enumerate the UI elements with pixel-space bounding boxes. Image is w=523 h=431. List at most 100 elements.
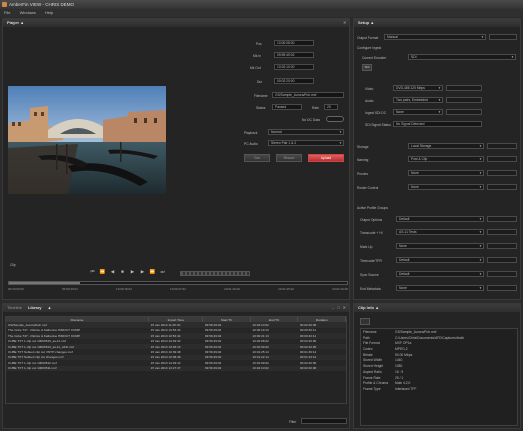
timeline-progress (9, 282, 80, 284)
roster-select[interactable]: None (408, 184, 484, 190)
rate-label: Rate (312, 106, 319, 110)
tab-timeline[interactable]: Timeline (7, 304, 22, 312)
mark-up-extra[interactable] (487, 243, 517, 249)
markout-field[interactable]: 10:02:10:00 (274, 64, 314, 70)
roster-label: Roster Control (357, 186, 379, 190)
pin-icon[interactable]: ▲ (20, 20, 24, 25)
end-metadata-select[interactable]: None (396, 285, 484, 291)
timeline-track[interactable] (8, 281, 348, 285)
play-icon[interactable]: ▶ (128, 269, 137, 277)
tick-label: 00:00:00:00 (8, 287, 24, 291)
tick-label: 09:59:49:02 (62, 287, 78, 291)
timecode-select[interactable]: Default (396, 257, 484, 263)
filename-label: Filename (254, 94, 268, 98)
end-metadata-label: End Metadata (360, 287, 381, 291)
minimize-icon[interactable]: – (332, 305, 334, 310)
pin-icon[interactable]: ▲ (375, 305, 379, 310)
output-format-label: Output Format (357, 36, 379, 40)
setup-title: Setup (358, 20, 370, 25)
pc-audio-select[interactable]: Stereo Pair 1 & 2 (268, 140, 344, 146)
rate-field[interactable]: 25 (324, 104, 338, 110)
record-button[interactable]: Record (276, 154, 302, 162)
transcode-extra[interactable] (487, 229, 517, 235)
upload-button[interactable]: Upload (308, 154, 344, 162)
ingest-sdi-extra[interactable] (446, 109, 482, 115)
clip-label: Clip (10, 263, 16, 267)
naming-select[interactable]: Post & Clip (408, 156, 484, 162)
naming-extra[interactable] (487, 156, 517, 162)
clip-info-tab[interactable] (360, 318, 370, 325)
audio-select[interactable]: Two pairs, Embedded (393, 97, 443, 103)
filename-field[interactable]: GS/Sample_Aurora/Fuh.mxf (272, 92, 344, 98)
cell: 09:59:49:02 (202, 365, 251, 371)
markin-field[interactable]: 09:59:49:02 (274, 52, 314, 58)
cue-button[interactable]: Cue (244, 154, 270, 162)
roster-extra[interactable] (487, 184, 517, 190)
transcode-select[interactable]: AS-11 Tests (396, 229, 484, 235)
menubar: File Windows Help (0, 9, 523, 17)
jump-start-icon[interactable]: ⏮ (88, 269, 97, 277)
proxies-select[interactable]: None (408, 170, 484, 176)
dur-field[interactable]: 00:02:20:00 (274, 78, 314, 84)
sync-select[interactable]: Default (396, 271, 484, 277)
output-options-extra[interactable] (487, 216, 517, 222)
ingest-sdi-select[interactable]: None (393, 109, 443, 115)
mark-up-select[interactable]: None (396, 243, 484, 249)
current-encoder-label: Current Encoder (362, 56, 387, 60)
pos-label: Pos (256, 42, 262, 46)
pc-audio-label: PC Audio (244, 142, 258, 146)
output-format-select[interactable]: Manual (384, 34, 486, 40)
jump-end-icon[interactable]: ⏭ (158, 269, 167, 277)
step-back-icon[interactable]: ◀ (108, 269, 117, 277)
window-titlebar: AmberFin VIEW - CHRIS DEMO (0, 0, 523, 9)
sdi-tab[interactable]: SDI (362, 64, 372, 71)
tab-library[interactable]: Library (28, 304, 42, 312)
cell: CUBE TXT 1 clip cut 10000511.mxf (6, 365, 149, 371)
menu-windows[interactable]: Windows (20, 10, 36, 15)
dur-label: Dur (257, 80, 263, 84)
info-key: Frame Type (363, 386, 381, 391)
storage-label: Storage (357, 145, 369, 149)
storage-select[interactable]: Local Storage (408, 143, 484, 149)
rewind-icon[interactable]: ⏪ (98, 269, 107, 277)
info-value: Interlaced TFF (395, 386, 417, 391)
no-dc-toggle[interactable] (326, 116, 344, 122)
sync-extra[interactable] (487, 271, 517, 277)
transport-controls: ⏮ ⏪ ◀ ■ ▶ ▶ ⏩ ⏭ (88, 269, 178, 277)
output-options-select[interactable]: Default (396, 216, 484, 222)
stop-icon[interactable]: ■ (118, 269, 127, 277)
status-label: Status (256, 106, 266, 110)
jog-bar[interactable] (180, 271, 250, 276)
timecode-extra[interactable] (487, 257, 517, 263)
playback-select[interactable]: Normal (268, 129, 344, 135)
timecode-label: Timecode/TPR (360, 259, 382, 263)
pos-field[interactable]: 10:00:08:00 (274, 40, 314, 46)
app-icon (2, 2, 7, 7)
naming-label: Naming (357, 158, 369, 162)
end-metadata-extra[interactable] (487, 285, 517, 291)
menu-help[interactable]: Help (45, 10, 53, 15)
restore-icon[interactable]: □ (337, 305, 339, 310)
filter-input[interactable] (301, 418, 347, 424)
pin-icon[interactable]: ▲ (48, 304, 52, 312)
output-options-label: Output Options (360, 218, 383, 222)
cell: 10:02:10:02 (250, 365, 298, 371)
step-forward-icon[interactable]: ▶ (138, 269, 147, 277)
output-format-extra[interactable] (489, 34, 517, 40)
audio-extra[interactable] (446, 97, 482, 103)
table-row[interactable]: CUBE TXT 1 clip cut 10000511.mxf 15 Jan 2… (6, 365, 346, 371)
pin-icon[interactable]: ▲ (370, 20, 374, 25)
close-icon[interactable]: ✕ (343, 305, 346, 310)
proxies-label: Proxies (357, 172, 368, 176)
ingest-sdi-label: Ingest SDI DC (365, 111, 387, 115)
video-extra[interactable] (446, 85, 482, 91)
info-value: C:\Users\Chris\Documents\AFD\Captures\Im… (395, 335, 465, 340)
video-select[interactable]: DVD-486 120 Mbps (393, 85, 443, 91)
proxies-extra[interactable] (487, 170, 517, 176)
tick-label: 10:00:18:02 (116, 287, 132, 291)
current-encoder-select[interactable]: SDI (408, 54, 516, 60)
fast-forward-icon[interactable]: ⏩ (148, 269, 157, 277)
setup-close-icon[interactable]: ✕ (343, 20, 346, 25)
storage-extra[interactable] (487, 143, 517, 149)
menu-file[interactable]: File (4, 10, 10, 15)
